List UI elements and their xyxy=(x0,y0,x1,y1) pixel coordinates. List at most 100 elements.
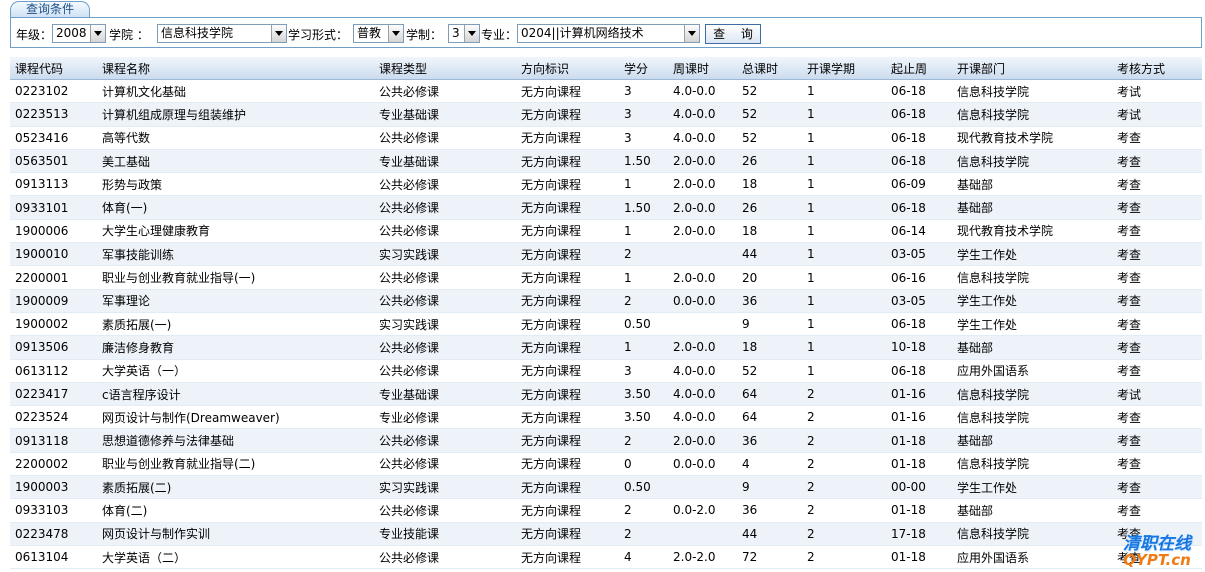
table-cell: 无方向课程 xyxy=(516,405,619,430)
table-row[interactable]: 1900003 素质拓展(二) 实习实践课 无方向课程 0.50 9 2 00-00 学生工作处… xyxy=(10,475,1202,500)
table-row[interactable]: 1900009 军事理论 公共必修课 无方向课程 2 0.0-0.0 36 1 03-05 学生工… xyxy=(10,289,1202,313)
table-cell: 0563501 xyxy=(10,149,97,174)
table-cell: 64 xyxy=(737,405,802,430)
table-row[interactable]: 0913113 形势与政策 公共必修课 无方向课程 1 2.0-0.0 18 1 06-09 基础… xyxy=(10,172,1202,197)
table-cell: 26 xyxy=(737,149,802,174)
table-row[interactable]: 0223478 网页设计与制作实训 专业技能课 无方向课程 2 44 2 17-18 信息科技学… xyxy=(10,522,1202,546)
table-row[interactable]: 0613104 大学英语（二） 公共必修课 无方向课程 4 2.0-2.0 72 2 01-18… xyxy=(10,545,1202,570)
table-cell: 考查 xyxy=(1112,219,1202,244)
table-row[interactable]: 0933101 体育(一) 公共必修课 无方向课程 1.50 2.0-0.0 26 1 06-1… xyxy=(10,195,1202,220)
search-button[interactable]: 查 询 xyxy=(705,24,761,44)
watermark-logo: 清职在线 QYPT.cn xyxy=(1123,534,1191,569)
table-cell: 考查 xyxy=(1112,126,1202,150)
table-row[interactable]: 0523416 高等代数 公共必修课 无方向课程 3 4.0-0.0 52 1 06-18 现代教… xyxy=(10,126,1202,150)
table-cell: 3.50 xyxy=(619,382,668,407)
table-row[interactable]: 0223102 计算机文化基础 公共必修课 无方向课程 3 4.0-0.0 52 1 06-18… xyxy=(10,79,1202,104)
table-row[interactable]: 0913118 思想道德修养与法律基础 公共必修课 无方向课程 2 2.0-0.0 36 2 0… xyxy=(10,428,1202,453)
table-cell: 00-00 xyxy=(886,475,952,500)
table-cell: 1 xyxy=(619,219,668,244)
table-row[interactable]: 1900006 大学生心理健康教育 公共必修课 无方向课程 1 2.0-0.0 18 1 06-… xyxy=(10,219,1202,244)
table-cell: 专业基础课 xyxy=(374,382,516,407)
table-row[interactable]: 1900010 军事技能训练 实习实践课 无方向课程 2 44 1 03-05 学生工作处 考查 xyxy=(10,242,1202,267)
grade-select[interactable]: 2008 xyxy=(52,24,106,43)
table-cell: 0523416 xyxy=(10,126,97,150)
table-cell: 2 xyxy=(619,428,668,453)
duration-select[interactable]: 3 xyxy=(448,24,480,43)
table-cell: 2 xyxy=(619,289,668,313)
column-header: 课程类型 xyxy=(374,57,516,80)
table-cell: 1 xyxy=(619,265,668,290)
course-table: 课程代码 课程名称 课程类型 方向标识 学分 周课时 总课时 开课学期 起止周 开课部门 考核方式 … xyxy=(10,57,1202,570)
query-conditions-tab[interactable]: 查询条件 xyxy=(10,1,90,17)
table-cell: 52 xyxy=(737,359,802,383)
table-cell: 1 xyxy=(802,312,886,337)
table-cell: 无方向课程 xyxy=(516,242,619,267)
table-cell: 考试 xyxy=(1112,382,1202,407)
table-cell: 9 xyxy=(737,475,802,500)
table-cell: 0933103 xyxy=(10,498,97,523)
table-cell: 无方向课程 xyxy=(516,265,619,290)
table-cell: 考查 xyxy=(1112,172,1202,197)
table-cell: 学生工作处 xyxy=(952,289,1112,313)
table-cell: 应用外国语系 xyxy=(952,545,1112,570)
table-cell: 无方向课程 xyxy=(516,428,619,453)
table-cell xyxy=(668,312,737,337)
table-cell: 1 xyxy=(802,149,886,174)
table-cell: 1 xyxy=(802,265,886,290)
table-cell: 9 xyxy=(737,312,802,337)
table-row[interactable]: 0223513 计算机组成原理与组装维护 专业基础课 无方向课程 3 4.0-0.0 52 1… xyxy=(10,102,1202,127)
table-cell: 无方向课程 xyxy=(516,79,619,104)
table-cell: 06-16 xyxy=(886,265,952,290)
table-cell: 1 xyxy=(802,126,886,150)
grade-value: 2008 xyxy=(56,26,87,40)
table-cell: 学生工作处 xyxy=(952,242,1112,267)
column-header: 开课学期 xyxy=(802,57,886,80)
table-cell: 思想道德修养与法律基础 xyxy=(97,428,374,453)
major-select[interactable]: 0204||计算机网络技术 xyxy=(517,24,700,43)
major-value: 0204||计算机网络技术 xyxy=(521,26,644,40)
table-cell: 实习实践课 xyxy=(374,242,516,267)
table-cell: 2 xyxy=(802,475,886,500)
table-cell: 2 xyxy=(802,382,886,407)
table-cell: 01-16 xyxy=(886,382,952,407)
table-cell: 无方向课程 xyxy=(516,126,619,150)
table-cell: 2 xyxy=(619,498,668,523)
college-select[interactable]: 信息科技学院 xyxy=(157,24,287,43)
watermark-line1: 清职在线 xyxy=(1123,534,1191,554)
table-cell: 1 xyxy=(802,79,886,104)
table-cell: 体育(一) xyxy=(97,195,374,220)
table-row[interactable]: 2200001 职业与创业教育就业指导(一) 公共必修课 无方向课程 1 2.0-0.0 2… xyxy=(10,265,1202,290)
table-cell: 18 xyxy=(737,172,802,197)
table-cell: 高等代数 xyxy=(97,126,374,150)
table-row[interactable]: 0933103 体育(二) 公共必修课 无方向课程 2 0.0-2.0 36 2 01-18 基础… xyxy=(10,498,1202,523)
column-header: 课程名称 xyxy=(97,57,374,80)
table-cell: 廉洁修身教育 xyxy=(97,335,374,360)
table-cell: 0613104 xyxy=(10,545,97,570)
table-row[interactable]: 1900002 素质拓展(一) 实习实践课 无方向课程 0.50 9 1 06-18 学生工作处… xyxy=(10,312,1202,337)
table-cell: 2 xyxy=(802,545,886,570)
table-row[interactable]: 0563501 美工基础 专业基础课 无方向课程 1.50 2.0-0.0 26 1 06-18… xyxy=(10,149,1202,174)
table-cell: 信息科技学院 xyxy=(952,452,1112,477)
study-form-value: 普教 xyxy=(357,26,382,40)
table-cell: 信息科技学院 xyxy=(952,79,1112,104)
table-cell: 4 xyxy=(619,545,668,570)
column-header: 学分 xyxy=(619,57,668,80)
table-row[interactable]: 0223524 网页设计与制作(Dreamweaver) 专业必修课 无方向课程 3.5… xyxy=(10,405,1202,430)
watermark-line2: QYPT.cn xyxy=(1123,551,1191,569)
table-cell: 44 xyxy=(737,242,802,267)
table-cell: 体育(二) xyxy=(97,498,374,523)
table-cell: 信息科技学院 xyxy=(952,522,1112,546)
table-cell: 2.0-0.0 xyxy=(668,195,737,220)
table-row[interactable]: 0223417 c语言程序设计 专业基础课 无方向课程 3.50 4.0-0.0 64 2 01… xyxy=(10,382,1202,407)
table-row[interactable]: 2200002 职业与创业教育就业指导(二) 公共必修课 无方向课程 0 0.0-0.0 4… xyxy=(10,452,1202,477)
table-cell: 2 xyxy=(802,428,886,453)
column-header: 开课部门 xyxy=(952,57,1112,80)
table-cell: 1 xyxy=(802,335,886,360)
table-cell: 3 xyxy=(619,102,668,127)
study-form-select[interactable]: 普教 xyxy=(353,24,404,43)
table-row[interactable]: 0913506 廉洁修身教育 公共必修课 无方向课程 1 2.0-0.0 18 1 10-18 基… xyxy=(10,335,1202,360)
table-cell: 3.50 xyxy=(619,405,668,430)
table-row[interactable]: 0613112 大学英语（一） 公共必修课 无方向课程 3 4.0-0.0 52 1 06-18… xyxy=(10,359,1202,383)
table-cell: 2200001 xyxy=(10,265,97,290)
table-cell: 06-18 xyxy=(886,149,952,174)
